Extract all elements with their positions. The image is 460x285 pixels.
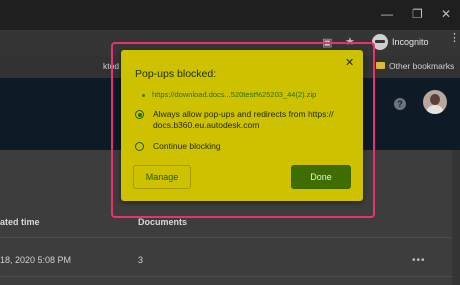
divider [0,237,460,238]
radio-always-allow[interactable] [135,110,144,119]
browser-menu-icon[interactable]: ⋮ [449,33,460,44]
option-line: Always allow pop-ups and redirects from … [153,109,334,119]
close-icon[interactable]: ✕ [345,56,354,69]
popup-title: Pop-ups blocked: [135,68,217,80]
manage-button[interactable]: Manage [133,165,191,189]
incognito-indicator[interactable]: Incognito [372,34,429,50]
browser-titlebar: — ❐ ✕ [0,0,460,30]
scrollbar[interactable] [452,150,460,285]
done-button[interactable]: Done [291,165,351,189]
minimize-icon[interactable]: — [381,7,393,21]
close-window-icon[interactable]: ✕ [441,7,451,21]
column-header-documents[interactable]: Documents [138,217,187,227]
help-icon[interactable]: ? [394,98,406,110]
other-bookmarks[interactable]: Other bookmarks [389,61,454,71]
option-always-allow-label[interactable]: Always allow pop-ups and redirects from … [153,109,333,131]
row-documents-count: 3 [138,255,144,265]
radio-continue-blocking[interactable] [135,142,144,151]
restore-icon[interactable]: ❐ [412,7,423,21]
row-created-time: 18, 2020 5:08 PM [0,255,72,265]
divider [0,276,460,277]
folder-icon [376,62,385,69]
option-continue-blocking-label[interactable]: Continue blocking [153,141,221,152]
avatar[interactable] [423,90,447,114]
incognito-label: Incognito [392,37,429,47]
blocked-popup-link[interactable]: https://download.docs...520test%25203_44… [152,90,316,99]
option-line: docs.b360.eu.autodesk.com [153,120,260,130]
more-options-icon[interactable]: ••• [412,255,426,266]
popup-blocked-dialog: Pop-ups blocked: ✕ https://download.docs… [121,50,363,201]
list-bullet [142,94,145,97]
column-header-created-time[interactable]: ated time [0,217,40,227]
